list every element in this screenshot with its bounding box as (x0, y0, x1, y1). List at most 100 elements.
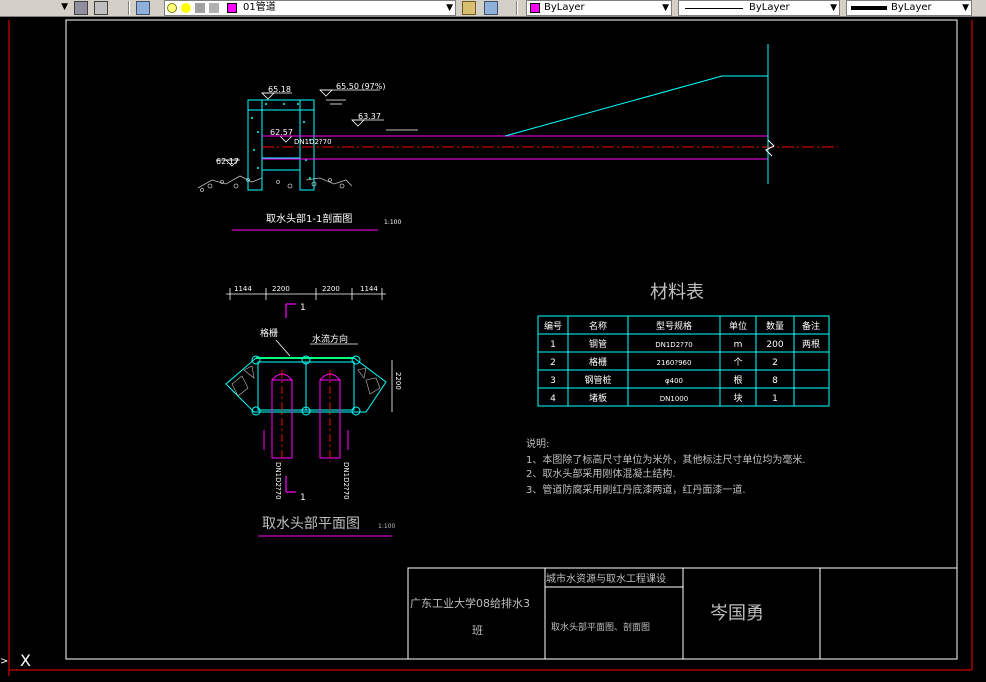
table-cell: DN1000 (660, 395, 688, 403)
make-current-layer-icon[interactable] (462, 1, 476, 15)
leader-line (275, 339, 291, 357)
table-cell: 8 (772, 376, 778, 386)
table-header-cell: 编号 (544, 320, 562, 332)
table-cell: 两根 (802, 338, 820, 350)
bulb-on-icon[interactable] (167, 3, 177, 13)
linetype-value: ByLayer (749, 2, 790, 13)
chevron-down-icon: ▼ (830, 3, 837, 13)
table-cell: 钢管 (589, 338, 607, 350)
dimension-label: 2200 (394, 372, 402, 390)
gravel-hatch (197, 175, 353, 192)
table-cell: 3 (550, 376, 556, 386)
dimension-label: 2200 (322, 285, 340, 293)
chevron-down-icon: ▼ (962, 3, 969, 13)
chevron-down-icon: ▼ (446, 3, 453, 13)
table-cell: DN1D2?70 (655, 341, 693, 349)
material-table: 材料表 编号 名称 型号规格 单位 数量 备注 1 钢管 DN1D2?70 m … (537, 282, 830, 407)
drawing-canvas[interactable]: 65.18 65.50 (97%) 62.57 63.37 62.17 DN1D… (0, 16, 986, 682)
table-cell: 2 (550, 358, 556, 368)
elevation-mark (319, 89, 333, 97)
table-cell: φ400 (665, 377, 683, 385)
elevation-label: 63.37 (358, 112, 381, 121)
table-cell: 1 (772, 394, 778, 404)
school-name-line2: 班 (472, 624, 483, 637)
elevation-label: 65.50 (97%) (336, 82, 385, 91)
note-line: 2、取水头部采用刚体混凝土结构. (526, 467, 676, 480)
section-scale: 1:100 (384, 219, 401, 226)
embankment-slope (504, 75, 723, 137)
notes: 说明: 1、本图除了标高尺寸单位为米外，其他标注尺寸单位均为毫米. 2、取水头部… (526, 437, 806, 496)
intake-top-slab (247, 99, 315, 111)
layer-color-swatch (227, 3, 237, 13)
section-mark-label: 1 (300, 493, 306, 503)
pipe-label: DN1D2?70 (274, 462, 282, 500)
drawing-name: 取水头部平面图、剖面图 (551, 621, 650, 633)
color-value: ByLayer (544, 2, 585, 13)
ucs-x-label: X (20, 651, 31, 670)
table-header-cell: 备注 (802, 320, 820, 332)
properties-toolbar: ▼ 01管道 ▼ ByLayer ▼ ByLayer ▼ ByLayer ▼ (0, 0, 986, 17)
dimension-label: 1144 (234, 285, 252, 293)
command-line-strip[interactable] (0, 676, 986, 682)
lineweight-dropdown[interactable]: ByLayer ▼ (846, 0, 972, 16)
elevation-label: 62.17 (216, 157, 239, 166)
sun-icon[interactable] (181, 3, 191, 13)
layer-previous-icon[interactable] (94, 1, 108, 15)
author-name: 岑国勇 (710, 603, 764, 624)
table-cell: 钢管桩 (584, 374, 611, 386)
break-line (765, 139, 775, 157)
toolbar-separator (516, 1, 518, 15)
elevation-label: 65.18 (268, 85, 291, 94)
table-cell: 块 (733, 392, 742, 404)
table-header-cell: 单位 (729, 320, 747, 332)
linetype-preview (685, 8, 743, 9)
school-name: 广东工业大学08给排水3 (410, 596, 530, 610)
toolbar-separator (128, 1, 130, 15)
color-swatch (530, 3, 540, 13)
lineweight-preview (851, 6, 887, 10)
section-title: 取水头部1-1剖面图 (266, 212, 352, 225)
layer-dropdown[interactable]: 01管道 ▼ (164, 0, 456, 16)
table-cell: m (734, 340, 743, 350)
table-cell: 2160?960 (657, 359, 692, 367)
table-header-cell: 名称 (589, 320, 607, 332)
course-name: 城市水资源与取水工程课设 (546, 572, 666, 585)
chevron-down-icon: ▼ (61, 2, 68, 12)
left-combo-stub[interactable]: ▼ (0, 0, 70, 16)
table-cell: 1 (550, 340, 556, 350)
table-cell: 根 (733, 374, 742, 386)
title-block: 广东工业大学08给排水3 班 城市水资源与取水工程课设 取水头部平面图、剖面图 … (407, 567, 958, 660)
pipe-label: DN1D2?70 (294, 138, 332, 146)
table-cell: 个 (733, 357, 742, 368)
plan-view: 1144 2200 2200 1144 1 1 格栅 水流方向 DN1D2?70… (225, 285, 402, 537)
chevron-down-icon: ▼ (662, 3, 669, 13)
color-dropdown[interactable]: ByLayer ▼ (526, 0, 672, 16)
pipe-label: DN1D2?70 (342, 462, 350, 500)
table-cell: 2 (772, 358, 778, 368)
current-layer-name: 01管道 (243, 2, 276, 13)
intake-grid (261, 157, 301, 171)
ucs-arrow: > (0, 656, 8, 667)
linetype-dropdown[interactable]: ByLayer ▼ (678, 0, 840, 16)
table-header-cell: 数量 (766, 320, 784, 332)
plan-scale: 1:100 (378, 523, 395, 530)
layer-previous-icon[interactable] (484, 1, 498, 15)
intake-wall-left (247, 99, 263, 191)
layers-icon[interactable] (136, 1, 150, 15)
plot-icon[interactable] (209, 3, 219, 13)
grid-label: 格栅 (260, 327, 278, 339)
plan-title: 取水头部平面图 (262, 516, 360, 532)
dimension-label: 1144 (360, 285, 378, 293)
note-line: 1、本图除了标高尺寸单位为米外，其他标注尺寸单位均为毫米. (526, 453, 806, 466)
lock-icon[interactable] (195, 3, 205, 13)
dimension-label: 2200 (272, 285, 290, 293)
section-view: 65.18 65.50 (97%) 62.57 63.37 62.17 DN1D… (197, 44, 838, 231)
ucs-icon: > X (0, 651, 31, 670)
table-cell: 4 (550, 394, 556, 404)
notes-heading: 说明: (526, 437, 549, 450)
note-line: 3、管道防腐采用刷红丹底漆两道，红丹面漆一道. (526, 483, 746, 496)
layer-state-icon[interactable] (74, 1, 88, 15)
section-mark-label: 1 (300, 303, 306, 313)
flow-direction-label: 水流方向 (312, 333, 348, 345)
material-table-title: 材料表 (650, 282, 704, 303)
